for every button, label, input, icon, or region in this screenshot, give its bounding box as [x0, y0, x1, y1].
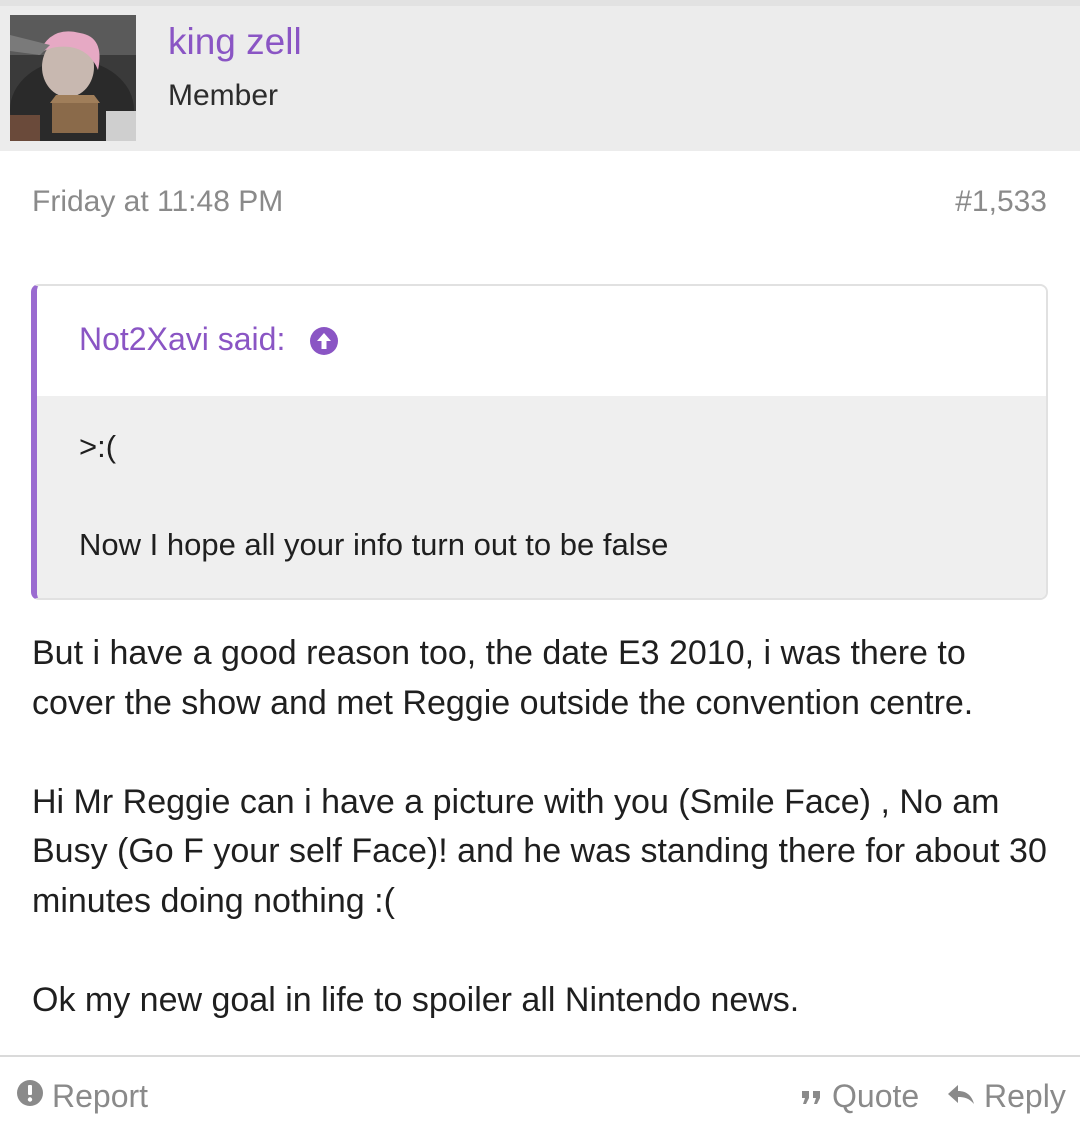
quote-content: >:( Now I hope all your info turn out to…	[37, 396, 1046, 598]
message-paragraph: But i have a good reason too, the date E…	[32, 634, 974, 722]
quote-author[interactable]: Not2Xavi said:	[79, 320, 285, 358]
quote-header: Not2Xavi said:	[37, 286, 1046, 396]
reply-label: Reply	[984, 1078, 1066, 1114]
post-body: Friday at 11:48 PM #1,533 Not2Xavi said:…	[0, 151, 1080, 1128]
username[interactable]: king zell	[168, 20, 302, 64]
reply-button[interactable]: Reply	[946, 1077, 1066, 1115]
arrow-up-circle-icon[interactable]	[309, 326, 339, 356]
post-message: But i have a good reason too, the date E…	[32, 629, 1052, 1075]
quote-button[interactable]: Quote	[800, 1077, 919, 1115]
user-header: king zell Member	[0, 0, 1080, 151]
avatar-image	[10, 15, 136, 141]
report-label: Report	[52, 1078, 149, 1114]
reply-arrow-icon	[946, 1077, 976, 1115]
post-date[interactable]: Friday at 11:48 PM	[32, 184, 283, 220]
quote-label: Quote	[832, 1078, 920, 1114]
footer-divider	[0, 1055, 1080, 1057]
message-paragraph: Hi Mr Reggie can i have a picture with y…	[32, 782, 1047, 920]
quote-block: Not2Xavi said: >:( Now I hope all your i…	[31, 284, 1048, 600]
quote-line: Now I hope all your info turn out to be …	[79, 527, 669, 562]
post-number[interactable]: #1,533	[955, 184, 1047, 220]
avatar[interactable]	[10, 15, 136, 141]
message-paragraph: Ok my new goal in life to spoiler all Ni…	[32, 980, 800, 1019]
exclamation-circle-icon	[16, 1077, 44, 1115]
quote-line: >:(	[79, 429, 117, 464]
quote-marks-icon	[800, 1077, 824, 1115]
report-button[interactable]: Report	[16, 1077, 148, 1115]
user-title: Member	[168, 79, 279, 112]
